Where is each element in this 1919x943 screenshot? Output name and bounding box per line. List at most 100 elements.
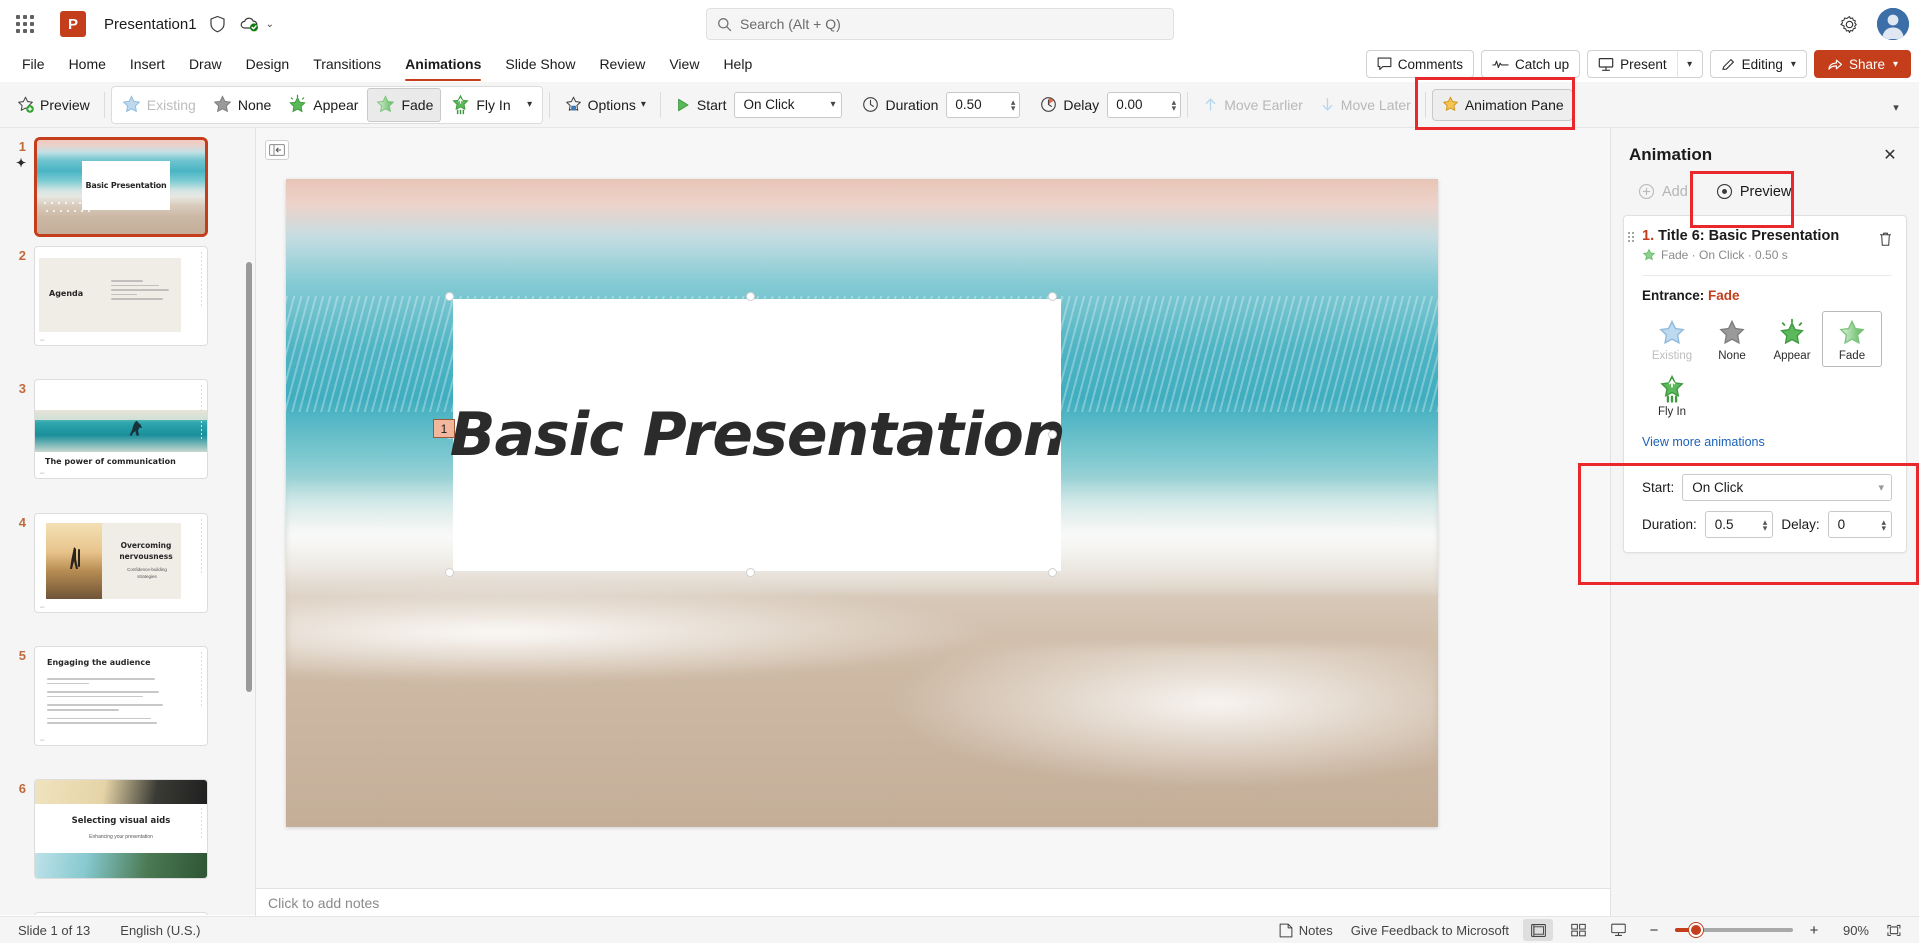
- close-icon[interactable]: ✕: [1877, 142, 1903, 168]
- thumbnail-row-4[interactable]: 4 Overcoming nervousness Confidence-buil…: [0, 513, 255, 613]
- shield-icon[interactable]: [207, 13, 229, 35]
- thumbnail-slide-3[interactable]: The power of communication abc: [34, 379, 208, 479]
- animation-item-card[interactable]: 1. Title 6: Basic Presentation Fade · On…: [1623, 215, 1907, 553]
- notes-pane[interactable]: Click to add notes: [255, 888, 1610, 916]
- animation-existing[interactable]: Existing: [114, 88, 203, 122]
- delay-group-icon-label: Delay: [1032, 88, 1107, 122]
- present-button[interactable]: Present: [1587, 50, 1677, 78]
- delay-spin-arrows[interactable]: ▴ ▾: [1172, 97, 1177, 112]
- pencil-icon: [1721, 58, 1734, 70]
- thumbnail-row-2[interactable]: 2 Agenda abc: [0, 246, 255, 346]
- fit-to-window-icon[interactable]: [1879, 919, 1909, 941]
- language-status[interactable]: English (U.S.): [116, 921, 204, 940]
- tab-design[interactable]: Design: [234, 52, 302, 76]
- slide-canvas[interactable]: Basic Presentation 1: [286, 179, 1438, 827]
- zoom-slider[interactable]: [1675, 923, 1793, 937]
- thumbnail-row-5[interactable]: 5 Engaging the audience abc: [0, 646, 255, 746]
- move-earlier-button[interactable]: Move Earlier: [1194, 88, 1311, 122]
- tab-help[interactable]: Help: [711, 52, 764, 76]
- pane-duration-stepper[interactable]: 0.5 ▴ ▾: [1704, 511, 1774, 538]
- options-chevron-down-icon[interactable]: ▾: [641, 99, 646, 110]
- thumbnail-row-6[interactable]: 6 Selecting visual aids Enhancing your p…: [0, 779, 255, 879]
- app-launcher-icon[interactable]: [8, 7, 42, 41]
- tab-view[interactable]: View: [657, 52, 711, 76]
- animation-sequence-badge[interactable]: 1: [433, 419, 455, 438]
- notes-toggle-button[interactable]: Notes: [1275, 921, 1337, 940]
- trash-icon[interactable]: [1874, 228, 1896, 250]
- animation-task-pane: Animation ✕ Add Preview 1. Title 6: Basi…: [1610, 128, 1919, 916]
- thumbnail-row-3[interactable]: 3 The power of communication abc: [0, 379, 255, 479]
- thumbnail-row-1[interactable]: 1 ✦ Basic Presentation: [0, 137, 255, 237]
- catch-up-button[interactable]: Catch up: [1481, 50, 1581, 78]
- animation-none[interactable]: None: [205, 88, 278, 122]
- animation-gallery-more-icon[interactable]: ▾: [519, 88, 541, 122]
- thumbnail-slide-4[interactable]: Overcoming nervousness Confidence-buildi…: [34, 513, 208, 613]
- view-more-animations-link[interactable]: View more animations: [1642, 435, 1892, 449]
- preview-ribbon-button[interactable]: Preview: [8, 88, 98, 122]
- animation-appear[interactable]: Appear: [280, 88, 365, 122]
- editing-chevron-down-icon[interactable]: ▾: [1791, 59, 1796, 70]
- thumbnail-pane-scrollbar[interactable]: [246, 262, 252, 692]
- search-input[interactable]: Search (Alt + Q): [706, 8, 1174, 40]
- delay-stepper[interactable]: 0.00 ▴ ▾: [1107, 91, 1182, 118]
- tab-transitions[interactable]: Transitions: [301, 52, 393, 76]
- slide-sorter-icon[interactable]: [1563, 919, 1593, 941]
- pane-effect-none[interactable]: None: [1702, 311, 1762, 367]
- duration-spin-arrows[interactable]: ▴ ▾: [1011, 97, 1016, 112]
- duration-stepper[interactable]: 0.50 ▴ ▾: [946, 91, 1021, 118]
- gear-icon[interactable]: [1831, 6, 1867, 42]
- share-button[interactable]: Share ▾: [1813, 50, 1911, 78]
- ribbon-collapse-chevron-down-icon[interactable]: ▾: [1883, 96, 1909, 118]
- pane-effect-existing[interactable]: Existing: [1642, 311, 1702, 367]
- slide-count-status[interactable]: Slide 1 of 13: [14, 921, 94, 940]
- tab-animations[interactable]: Animations: [393, 52, 493, 81]
- animation-flyin[interactable]: Fly In: [443, 88, 517, 122]
- thumbnail-slide-2[interactable]: Agenda abc: [34, 246, 208, 346]
- thumbnail-slide-6[interactable]: Selecting visual aids Enhancing your pre…: [34, 779, 208, 879]
- drag-handle-icon[interactable]: [1628, 232, 1634, 242]
- animation-pane-button[interactable]: Animation Pane: [1431, 88, 1573, 121]
- editing-button[interactable]: Editing ▾: [1709, 50, 1807, 78]
- zoom-in-button[interactable]: +: [1803, 919, 1825, 941]
- cloud-saved-icon[interactable]: [237, 13, 263, 35]
- animation-item-index: 1.: [1642, 228, 1655, 244]
- thumbnail-slide-7[interactable]: Effective delivery techniques: [34, 912, 208, 915]
- move-later-button[interactable]: Move Later: [1311, 88, 1419, 122]
- zoom-level-value[interactable]: 90%: [1835, 923, 1869, 938]
- thumbnail-row-7[interactable]: 7 Effective delivery techniques: [0, 912, 255, 915]
- pane-duration-spin-arrows[interactable]: ▴ ▾: [1763, 517, 1768, 532]
- pane-effect-appear[interactable]: Appear: [1762, 311, 1822, 367]
- pane-delay-spin-arrows[interactable]: ▴ ▾: [1881, 517, 1886, 532]
- slide-thumbnail-pane[interactable]: 1 ✦ Basic Presentation 2 Agenda abc 3 Th…: [0, 128, 255, 915]
- share-chevron-down-icon[interactable]: ▾: [1893, 59, 1898, 70]
- document-title[interactable]: Presentation1: [104, 16, 197, 33]
- thumbnail-slide-5[interactable]: Engaging the audience abc: [34, 646, 208, 746]
- animation-fade[interactable]: Fade: [367, 87, 442, 122]
- start-dropdown[interactable]: On Click ▾: [734, 91, 843, 118]
- present-chevron-down-icon[interactable]: ▾: [1676, 50, 1703, 78]
- feedback-button[interactable]: Give Feedback to Microsoft: [1347, 921, 1513, 940]
- thumbnail-slide-1[interactable]: Basic Presentation: [34, 137, 208, 237]
- tab-insert[interactable]: Insert: [118, 52, 177, 76]
- slideshow-icon[interactable]: [1603, 919, 1633, 941]
- collapse-pane-icon[interactable]: [265, 140, 289, 160]
- normal-view-icon[interactable]: [1523, 919, 1553, 941]
- add-animation-button[interactable]: Add: [1633, 180, 1693, 203]
- tab-home[interactable]: Home: [57, 52, 118, 76]
- slide-title-placeholder[interactable]: Basic Presentation: [450, 298, 1066, 572]
- tab-slide-show[interactable]: Slide Show: [493, 52, 587, 76]
- zoom-slider-knob[interactable]: [1689, 923, 1703, 937]
- preview-animation-button[interactable]: Preview: [1711, 180, 1797, 203]
- tab-file[interactable]: File: [10, 52, 57, 76]
- comments-button[interactable]: Comments: [1365, 50, 1475, 78]
- title-chevron-down-icon[interactable]: ⌄: [266, 19, 274, 30]
- tab-draw[interactable]: Draw: [177, 52, 234, 76]
- tab-review[interactable]: Review: [587, 52, 657, 76]
- account-avatar[interactable]: [1877, 8, 1909, 40]
- effect-options-button[interactable]: Options ▾: [556, 88, 654, 122]
- pane-effect-fade[interactable]: Fade: [1822, 311, 1882, 367]
- pane-effect-flyin[interactable]: Fly In: [1642, 367, 1702, 423]
- zoom-out-button[interactable]: −: [1643, 919, 1665, 941]
- pane-start-dropdown[interactable]: On Click ▾: [1682, 474, 1892, 501]
- pane-delay-stepper[interactable]: 0 ▴ ▾: [1827, 511, 1892, 538]
